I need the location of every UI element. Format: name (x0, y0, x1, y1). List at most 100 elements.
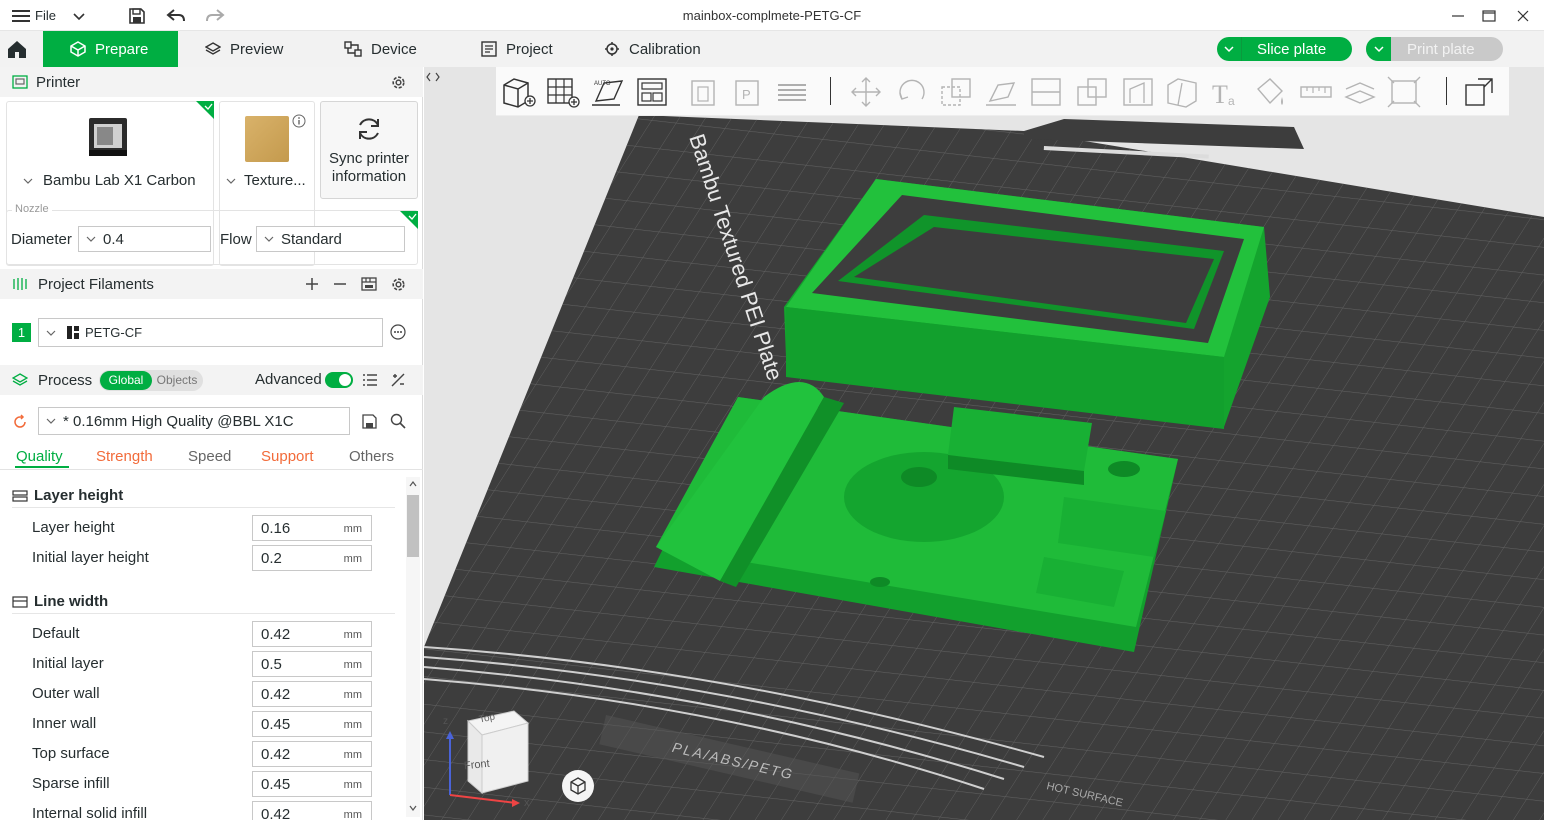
boolean-icon[interactable] (1074, 75, 1110, 109)
assembly-icon[interactable] (1342, 75, 1378, 109)
close-button[interactable] (1506, 0, 1540, 31)
layers-edit-icon[interactable] (774, 75, 810, 109)
tab-prepare-label: Prepare (95, 40, 149, 58)
tab-device[interactable]: Device (344, 31, 417, 67)
file-menu[interactable]: File (12, 0, 56, 31)
printer-name: Bambu Lab X1 Carbon (43, 172, 196, 189)
split-objects-icon[interactable] (686, 75, 722, 109)
compare-icon[interactable] (390, 372, 406, 388)
home-button[interactable] (0, 31, 43, 67)
info-icon[interactable] (292, 114, 306, 128)
reset-icon[interactable] (12, 414, 28, 430)
subtab-strength[interactable]: Strength (96, 448, 153, 465)
undo-button[interactable] (166, 0, 186, 31)
subtab-speed[interactable]: Speed (188, 448, 231, 465)
scroll-down-icon[interactable] (409, 805, 417, 811)
line-width-icon (12, 595, 28, 608)
param-input[interactable]: 0.42 mm (252, 741, 372, 767)
tab-preview[interactable]: Preview (205, 31, 283, 67)
subtab-quality[interactable]: Quality (16, 448, 63, 465)
3d-viewport[interactable]: Bambu Textured PEI Plate PLA/ABS/PETG HO… (424, 67, 1544, 820)
gear-icon[interactable] (390, 276, 407, 293)
advanced-toggle[interactable] (325, 372, 353, 388)
chevron-down-icon (1373, 46, 1384, 53)
objects-option[interactable]: Objects (152, 371, 202, 390)
slice-plate-button[interactable]: Slice plate (1217, 37, 1352, 61)
undo-icon (166, 8, 185, 21)
filament-name: PETG-CF (85, 325, 143, 340)
more-options-icon[interactable] (390, 324, 406, 340)
text-icon[interactable]: Ta (1208, 75, 1244, 109)
scrollbar-thumb[interactable] (407, 495, 419, 557)
build-scene: Bambu Textured PEI Plate PLA/ABS/PETG HO… (424, 115, 1544, 820)
global-objects-toggle[interactable]: Global Objects (99, 370, 203, 391)
cut-icon[interactable] (1028, 75, 1064, 109)
gear-icon[interactable] (390, 74, 407, 91)
scale-icon[interactable] (938, 75, 974, 109)
tab-calibration[interactable]: Calibration (604, 31, 701, 67)
slice-options-dropdown[interactable] (1217, 37, 1242, 61)
minimize-button[interactable] (1441, 0, 1475, 31)
layer-height-icon (12, 489, 28, 502)
param-input[interactable]: 0.2 mm (252, 545, 372, 571)
search-icon[interactable] (390, 413, 406, 429)
global-option[interactable]: Global (100, 371, 152, 390)
minimize-icon (1452, 14, 1464, 17)
lay-on-face-icon[interactable] (984, 75, 1020, 109)
print-plate-button[interactable]: Print plate (1366, 37, 1503, 61)
printer-select[interactable]: Bambu Lab X1 Carbon (21, 172, 196, 189)
seam-paint-icon[interactable] (1164, 75, 1200, 109)
param-input[interactable]: 0.45 mm (252, 711, 372, 737)
move-icon[interactable] (848, 75, 884, 109)
tab-device-label: Device (371, 40, 417, 58)
add-icon[interactable] (305, 277, 319, 291)
reset-view-button[interactable] (562, 770, 594, 802)
param-input[interactable]: 0.45 mm (252, 771, 372, 797)
split-parts-icon[interactable]: P (730, 75, 766, 109)
fit-view-icon[interactable] (1386, 75, 1422, 109)
tab-prepare[interactable]: Prepare (43, 31, 178, 67)
view-cube[interactable]: Top Front z x (438, 703, 548, 813)
filament-index-badge[interactable]: 1 (12, 323, 31, 342)
measure-icon[interactable] (1298, 75, 1334, 109)
group-layer-height-title: Layer height (34, 487, 124, 504)
rotate-icon[interactable] (894, 75, 930, 109)
param-input[interactable]: 0.5 mm (252, 651, 372, 677)
filament-select[interactable]: PETG-CF (38, 318, 383, 347)
color-paint-icon[interactable] (1252, 75, 1288, 109)
save-preset-icon[interactable] (362, 414, 377, 429)
collapse-sidebar-icon[interactable] (426, 71, 440, 83)
process-preset-select[interactable]: * 0.16mm High Quality @BBL X1C (38, 407, 350, 435)
list-icon[interactable] (362, 373, 378, 387)
sync-printer-button[interactable]: Sync printer information (320, 101, 418, 199)
param-input[interactable]: 0.42 mm (252, 681, 372, 707)
print-options-dropdown[interactable] (1366, 37, 1391, 61)
dropdown-menu-button[interactable] (72, 0, 86, 31)
remove-icon[interactable] (333, 277, 347, 291)
subtab-others[interactable]: Others (349, 448, 394, 465)
param-input[interactable]: 0.42 mm (252, 801, 372, 820)
param-input[interactable]: 0.42 mm (252, 621, 372, 647)
layers-icon (205, 42, 221, 55)
arrange-icon[interactable] (634, 75, 670, 109)
support-paint-icon[interactable] (1120, 75, 1156, 109)
param-input[interactable]: 0.16 mm (252, 515, 372, 541)
flow-select[interactable]: Standard (256, 226, 405, 252)
scroll-up-icon[interactable] (409, 481, 417, 487)
home-icon (8, 41, 26, 58)
redo-button[interactable] (205, 0, 225, 31)
add-object-icon[interactable] (500, 75, 536, 109)
tab-project[interactable]: Project (481, 31, 553, 67)
chevron-down-icon (46, 330, 56, 336)
save-button[interactable] (128, 0, 146, 31)
auto-orient-icon[interactable]: AUTO (590, 75, 626, 109)
ams-icon[interactable] (360, 275, 378, 293)
maximize-button[interactable] (1472, 0, 1506, 31)
subtab-support[interactable]: Support (261, 448, 314, 465)
params-scrollbar[interactable] (406, 477, 420, 817)
plate-select[interactable]: Texture... (224, 172, 306, 189)
chevron-down-icon (73, 12, 85, 20)
add-plate-icon[interactable] (544, 75, 580, 109)
diameter-select[interactable]: 0.4 (78, 226, 211, 252)
explode-view-icon[interactable] (1462, 75, 1498, 109)
